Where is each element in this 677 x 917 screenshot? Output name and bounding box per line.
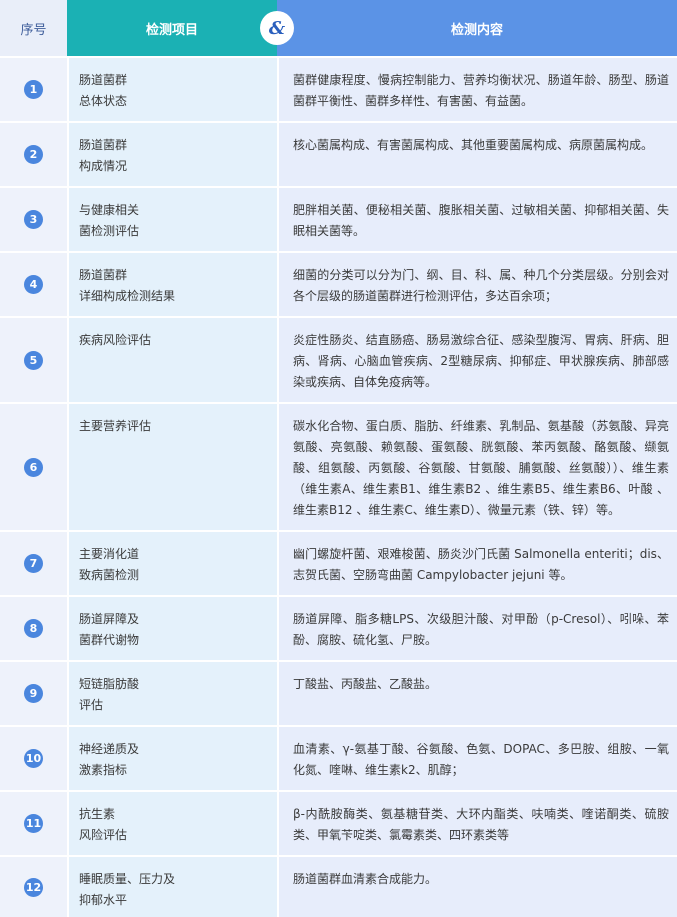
content-text: 菌群健康程度、慢病控制能力、营养均衡状况、肠道年龄、肠型、肠道菌群平衡性、菌群多…: [293, 73, 669, 108]
table-row: 2 肠道菌群 构成情况 核心菌属构成、有害菌属构成、其他重要菌属构成、病原菌属构…: [0, 123, 677, 188]
item-cell: 主要营养评估: [69, 404, 277, 530]
table-row: 6 主要营养评估 碳水化合物、蛋白质、脂肪、纤维素、乳制品、氨基酸（苏氨酸、异亮…: [0, 404, 677, 532]
content-text: 肠道菌群血清素合成能力。: [293, 872, 438, 886]
item-label: 肠道菌群 详细构成检测结果: [79, 268, 176, 303]
content-text: 核心菌属构成、有害菌属构成、其他重要菌属构成、病原菌属构成。: [293, 138, 654, 152]
item-label: 主要消化道 致病菌检测: [79, 547, 140, 582]
content-cell: 菌群健康程度、慢病控制能力、营养均衡状况、肠道年龄、肠型、肠道菌群平衡性、菌群多…: [279, 58, 677, 121]
content-cell: 肠道菌群血清素合成能力。: [279, 857, 677, 917]
content-cell: 肠道屏障、脂多糖LPS、次级胆汁酸、对甲酚（p-Cresol）、吲哚、苯酚、腐胺…: [279, 597, 677, 660]
header-item: 检测项目: [67, 0, 277, 56]
item-cell: 与健康相关 菌检测评估: [69, 188, 277, 251]
content-cell: 幽门螺旋杆菌、艰难梭菌、肠炎沙门氏菌 Salmonella enteriti；d…: [279, 532, 677, 595]
row-number-badge: 4: [24, 275, 43, 294]
content-cell: β-内酰胺酶类、氨基糖苷类、大环内酯类、呋喃类、喹诺酮类、硫胺类、甲氧苄啶类、氯…: [279, 792, 677, 855]
seq-cell: 7: [0, 532, 67, 595]
table-row: 4 肠道菌群 详细构成检测结果 细菌的分类可以分为门、纲、目、科、属、种几个分类…: [0, 253, 677, 318]
seq-cell: 6: [0, 404, 67, 530]
row-number-badge: 2: [24, 145, 43, 164]
row-number-badge: 11: [24, 814, 43, 833]
row-number-badge: 9: [24, 684, 43, 703]
content-cell: 炎症性肠炎、结直肠癌、肠易激综合征、感染型腹泻、胃病、肝病、胆病、肾病、心脑血管…: [279, 318, 677, 402]
content-cell: 血清素、γ-氨基丁酸、谷氨酸、色氨、DOPAC、多巴胺、组胺、一氧化氮、喹啉、维…: [279, 727, 677, 790]
content-text: 肥胖相关菌、便秘相关菌、腹胀相关菌、过敏相关菌、抑郁相关菌、失眠相关菌等。: [293, 203, 669, 238]
item-cell: 短链脂肪酸 评估: [69, 662, 277, 725]
seq-cell: 12: [0, 857, 67, 917]
table-row: 11 抗生素 风险评估 β-内酰胺酶类、氨基糖苷类、大环内酯类、呋喃类、喹诺酮类…: [0, 792, 677, 857]
item-cell: 抗生素 风险评估: [69, 792, 277, 855]
content-text: 肠道屏障、脂多糖LPS、次级胆汁酸、对甲酚（p-Cresol）、吲哚、苯酚、腐胺…: [293, 612, 669, 647]
seq-cell: 8: [0, 597, 67, 660]
table-row: 10 神经递质及 激素指标 血清素、γ-氨基丁酸、谷氨酸、色氨、DOPAC、多巴…: [0, 727, 677, 792]
row-number-badge: 10: [24, 749, 43, 768]
item-cell: 疾病风险评估: [69, 318, 277, 402]
seq-cell: 11: [0, 792, 67, 855]
seq-cell: 5: [0, 318, 67, 402]
row-number-badge: 3: [24, 210, 43, 229]
item-cell: 睡眠质量、压力及 抑郁水平: [69, 857, 277, 917]
seq-cell: 9: [0, 662, 67, 725]
table-row: 8 肠道屏障及 菌群代谢物 肠道屏障、脂多糖LPS、次级胆汁酸、对甲酚（p-Cr…: [0, 597, 677, 662]
row-number-badge: 1: [24, 80, 43, 99]
seq-cell: 1: [0, 58, 67, 121]
row-number-badge: 8: [24, 619, 43, 638]
item-cell: 主要消化道 致病菌检测: [69, 532, 277, 595]
table-row: 3 与健康相关 菌检测评估 肥胖相关菌、便秘相关菌、腹胀相关菌、过敏相关菌、抑郁…: [0, 188, 677, 253]
content-text: 细菌的分类可以分为门、纲、目、科、属、种几个分类层级。分别会对各个层级的肠道菌群…: [293, 268, 669, 303]
item-label: 神经递质及 激素指标: [79, 742, 140, 777]
header-seq: 序号: [0, 0, 67, 56]
item-label: 睡眠质量、压力及 抑郁水平: [79, 872, 176, 907]
seq-cell: 2: [0, 123, 67, 186]
item-label: 肠道菌群 构成情况: [79, 138, 128, 173]
item-cell: 肠道菌群 总体状态: [69, 58, 277, 121]
table-row: 7 主要消化道 致病菌检测 幽门螺旋杆菌、艰难梭菌、肠炎沙门氏菌 Salmone…: [0, 532, 677, 597]
content-text: 血清素、γ-氨基丁酸、谷氨酸、色氨、DOPAC、多巴胺、组胺、一氧化氮、喹啉、维…: [293, 742, 669, 777]
content-text: 幽门螺旋杆菌、艰难梭菌、肠炎沙门氏菌 Salmonella enteriti；d…: [293, 547, 669, 582]
item-label: 肠道菌群 总体状态: [79, 73, 128, 108]
item-label: 与健康相关 菌检测评估: [79, 203, 140, 238]
item-cell: 肠道屏障及 菌群代谢物: [69, 597, 277, 660]
table-row: 5 疾病风险评估 炎症性肠炎、结直肠癌、肠易激综合征、感染型腹泻、胃病、肝病、胆…: [0, 318, 677, 404]
item-label: 短链脂肪酸 评估: [79, 677, 140, 712]
table-row: 12 睡眠质量、压力及 抑郁水平 肠道菌群血清素合成能力。: [0, 857, 677, 917]
seq-cell: 4: [0, 253, 67, 316]
item-cell: 肠道菌群 详细构成检测结果: [69, 253, 277, 316]
content-text: β-内酰胺酶类、氨基糖苷类、大环内酯类、呋喃类、喹诺酮类、硫胺类、甲氧苄啶类、氯…: [293, 807, 669, 842]
item-label: 疾病风险评估: [79, 333, 152, 347]
content-text: 丁酸盐、丙酸盐、乙酸盐。: [293, 677, 438, 691]
content-cell: 丁酸盐、丙酸盐、乙酸盐。: [279, 662, 677, 725]
item-cell: 肠道菌群 构成情况: [69, 123, 277, 186]
header-content: 检测内容: [277, 0, 677, 56]
seq-cell: 3: [0, 188, 67, 251]
row-number-badge: 12: [24, 877, 43, 897]
content-cell: 细菌的分类可以分为门、纲、目、科、属、种几个分类层级。分别会对各个层级的肠道菌群…: [279, 253, 677, 316]
seq-cell: 10: [0, 727, 67, 790]
content-cell: 核心菌属构成、有害菌属构成、其他重要菌属构成、病原菌属构成。: [279, 123, 677, 186]
content-cell: 肥胖相关菌、便秘相关菌、腹胀相关菌、过敏相关菌、抑郁相关菌、失眠相关菌等。: [279, 188, 677, 251]
content-text: 碳水化合物、蛋白质、脂肪、纤维素、乳制品、氨基酸（苏氨酸、异亮氨酸、亮氨酸、赖氨…: [293, 419, 669, 517]
content-text: 炎症性肠炎、结直肠癌、肠易激综合征、感染型腹泻、胃病、肝病、胆病、肾病、心脑血管…: [293, 333, 669, 389]
content-cell: 碳水化合物、蛋白质、脂肪、纤维素、乳制品、氨基酸（苏氨酸、异亮氨酸、亮氨酸、赖氨…: [279, 404, 677, 530]
ampersand-badge: &: [260, 11, 294, 45]
item-cell: 神经递质及 激素指标: [69, 727, 277, 790]
detection-table: 序号 检测项目 检测内容 & 1 肠道菌群 总体状态 菌群健康程度、慢病控制能力…: [0, 0, 677, 917]
item-label: 抗生素 风险评估: [79, 807, 128, 842]
item-label: 主要营养评估: [79, 419, 152, 433]
row-number-badge: 6: [24, 457, 43, 477]
table-row: 1 肠道菌群 总体状态 菌群健康程度、慢病控制能力、营养均衡状况、肠道年龄、肠型…: [0, 58, 677, 123]
table-row: 9 短链脂肪酸 评估 丁酸盐、丙酸盐、乙酸盐。: [0, 662, 677, 727]
row-number-badge: 5: [24, 350, 43, 370]
row-number-badge: 7: [24, 554, 43, 573]
item-label: 肠道屏障及 菌群代谢物: [79, 612, 140, 647]
